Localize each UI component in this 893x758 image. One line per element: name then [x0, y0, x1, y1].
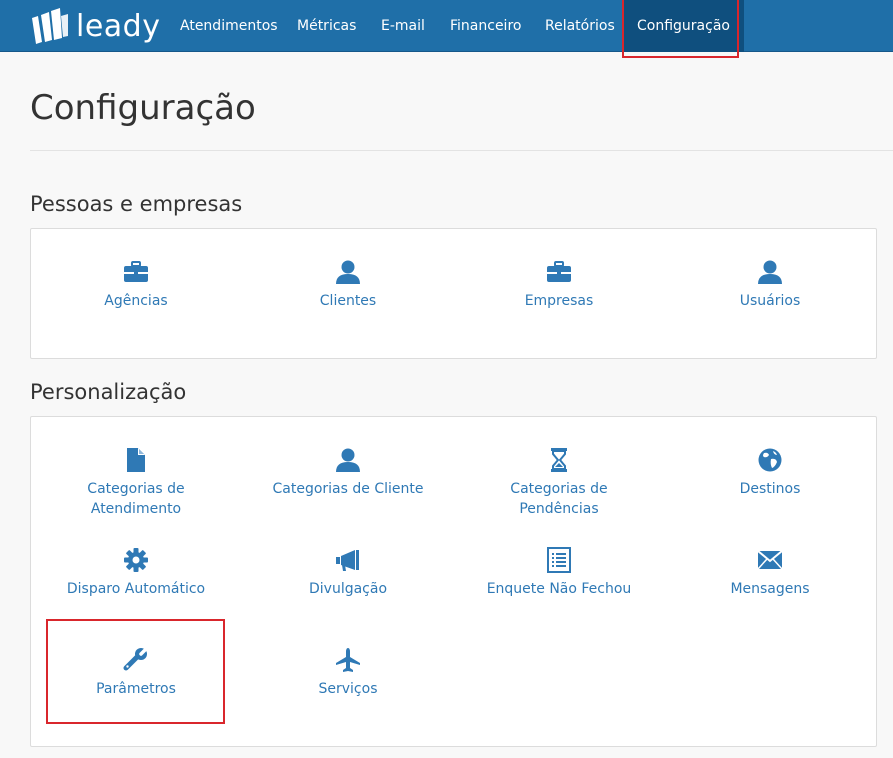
- tile-label: Mensagens: [730, 581, 810, 597]
- tile-divulgacao[interactable]: Divulgação: [243, 547, 453, 599]
- tile-label: Agências: [104, 293, 168, 309]
- nav-relatorios[interactable]: Relatórios: [545, 0, 615, 52]
- megaphone-icon: [336, 550, 359, 571]
- user-icon: [336, 260, 360, 284]
- tile-categorias-atendimento[interactable]: Categorias de Atendimento: [31, 447, 241, 519]
- page-title: Configuração: [30, 88, 256, 128]
- tile-label: Usuários: [739, 293, 801, 309]
- briefcase-icon: [124, 261, 148, 282]
- tile-label: Empresas: [524, 293, 594, 309]
- tile-label: Clientes: [319, 293, 377, 309]
- globe-icon: [758, 448, 782, 472]
- title-divider: [30, 150, 893, 151]
- tile-label: Parâmetros: [96, 681, 176, 697]
- top-navbar: leady Atendimentos Métricas E-mail Finan…: [0, 0, 893, 52]
- briefcase-icon: [547, 261, 571, 282]
- plane-icon: [336, 648, 360, 672]
- tile-label: Destinos: [739, 481, 801, 497]
- nav-financeiro[interactable]: Financeiro: [450, 0, 521, 52]
- tile-label: Categorias de Cliente: [272, 481, 424, 497]
- section-title-pessoas-empresas: Pessoas e empresas: [30, 192, 243, 216]
- hourglass-icon: [551, 448, 567, 472]
- user-icon: [758, 260, 782, 284]
- wrench-icon: [123, 647, 148, 671]
- nav-atendimentos[interactable]: Atendimentos: [180, 0, 278, 52]
- tile-clientes[interactable]: Clientes: [243, 259, 453, 311]
- user-icon: [336, 448, 360, 472]
- leady-logo-mark-icon: [32, 8, 68, 44]
- tile-label: Divulgação: [308, 581, 388, 597]
- list-icon: [547, 547, 571, 573]
- tile-destinos[interactable]: Destinos: [665, 447, 875, 499]
- tile-label: Serviços: [318, 681, 378, 697]
- tile-usuarios[interactable]: Usuários: [665, 259, 875, 311]
- tile-parametros[interactable]: Parâmetros: [31, 647, 241, 699]
- tile-categorias-pendencias[interactable]: Categorias de Pendências: [454, 447, 664, 519]
- tile-agencias[interactable]: Agências: [31, 259, 241, 311]
- nav-metricas[interactable]: Métricas: [297, 0, 356, 52]
- nav-configuracao[interactable]: Configuração: [623, 0, 744, 52]
- leady-logo[interactable]: leady: [30, 8, 160, 46]
- panel-pessoas-empresas: Agências Clientes Empresas Usuários: [30, 228, 877, 359]
- tile-label: Categorias de Atendimento: [87, 481, 185, 517]
- file-icon: [127, 448, 145, 472]
- section-title-personalizacao: Personalização: [30, 380, 187, 404]
- nav-email[interactable]: E-mail: [381, 0, 425, 52]
- envelope-icon: [757, 550, 783, 570]
- tile-label: Categorias de Pendências: [510, 481, 608, 517]
- tile-enquete-nao-fechou[interactable]: Enquete Não Fechou: [454, 547, 664, 599]
- logo-text: leady: [76, 9, 161, 44]
- tile-label: Enquete Não Fechou: [486, 581, 632, 597]
- panel-personalizacao: Categorias de Atendimento Categorias de …: [30, 416, 877, 747]
- tile-servicos[interactable]: Serviços: [243, 647, 453, 699]
- tile-empresas[interactable]: Empresas: [454, 259, 664, 311]
- gear-icon: [124, 548, 148, 572]
- tile-label: Disparo Automático: [66, 581, 206, 597]
- tile-mensagens[interactable]: Mensagens: [665, 547, 875, 599]
- tile-categorias-cliente[interactable]: Categorias de Cliente: [243, 447, 453, 499]
- tile-disparo-automatico[interactable]: Disparo Automático: [31, 547, 241, 599]
